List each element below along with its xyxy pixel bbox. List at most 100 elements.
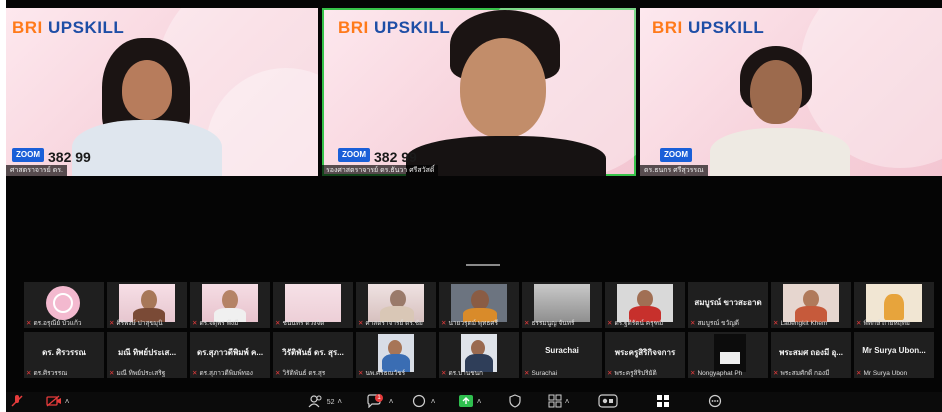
security-icon[interactable] bbox=[508, 394, 522, 410]
participant-video bbox=[285, 284, 341, 322]
video-off-icon[interactable]: ˄ bbox=[46, 394, 69, 410]
muted-mic-icon: ✕ bbox=[773, 370, 779, 377]
more-icon[interactable] bbox=[708, 394, 722, 410]
gallery-tile[interactable]: วิรัติพันธ์ ดร. สุร... ✕ วิรัติพันธ์ ดร.ส… bbox=[273, 332, 353, 378]
gallery-tile[interactable]: ดร.สุภาวดีพิมพ์ ค... ✕ ดร.สุภาวดีพิมพ์ทอง bbox=[190, 332, 270, 378]
participant-name: นพ.ศรีธณวัชร์ bbox=[365, 370, 406, 377]
participant-display-name: พระสมศ ถองมี อุ... bbox=[779, 348, 843, 357]
gallery-tile[interactable]: ✕ ธรรมนูญ จันทร์ bbox=[522, 282, 602, 328]
participant-name: ชนินทร์ ดวงจิต bbox=[282, 320, 325, 327]
participant-name: ดร.ศิรวรรณ bbox=[33, 370, 68, 377]
meeting-id: 382 99 bbox=[48, 149, 91, 165]
participant-name: พิทักษ์ ถ่ายหฤทัย bbox=[863, 320, 910, 327]
zoom-meeting-window: BRI UPSKILL ZOOM 382 99 ศาสตราจารย์ ดร. … bbox=[6, 0, 942, 412]
participant-display-name: ดร.สุภาวดีพิมพ์ ค... bbox=[196, 348, 264, 357]
participant-name: Nongyaphat Ph bbox=[697, 370, 743, 377]
gallery-tile[interactable]: ดร. ศิรวรรณ ✕ ดร.ศิรวรรณ bbox=[24, 332, 104, 378]
participant-name: ดร.สุภาวดีพิมพ์ทอง bbox=[199, 370, 253, 377]
participant-display-name: Mr Surya Ubon... bbox=[862, 346, 926, 355]
participant-video bbox=[866, 284, 922, 322]
meeting-toolbar: ˄ 52 ˄ 1 ˄ ˄ ˄ ˄ bbox=[6, 392, 942, 412]
gallery-tile[interactable]: ✕ Nongyaphat Ph bbox=[688, 332, 768, 378]
participant-video bbox=[783, 284, 839, 322]
gallery-tile[interactable]: Mr Surya Ubon... ✕ Mr Surya Ubon bbox=[854, 332, 934, 378]
participant-video bbox=[119, 284, 175, 322]
gallery-tile[interactable]: ✕ Laoengkit Khem bbox=[771, 282, 851, 328]
participant-name: Surachai bbox=[531, 370, 558, 377]
zoom-tag: ZOOM bbox=[660, 148, 692, 162]
share-screen-icon[interactable]: ˄ bbox=[458, 394, 481, 410]
gallery-tile[interactable]: สมบูรณ์ ขาวสะอาด ✕ สมบูรณ์ ขวัญดี bbox=[688, 282, 768, 328]
participant-display-name: สมบูรณ์ ขาวสะอาด bbox=[694, 298, 762, 307]
speaker-tile-3[interactable]: BRI UPSKILL ZOOM ดร.ธนกร ศรีสุวรรณ bbox=[640, 8, 942, 176]
brand-logo: BRI UPSKILL bbox=[338, 18, 451, 37]
participant-name: สมบูรณ์ ขวัญดี bbox=[697, 320, 740, 327]
audio-muted-icon[interactable] bbox=[10, 394, 24, 410]
gallery-tile[interactable]: ✕ ดร.ปานชนก bbox=[439, 332, 519, 378]
gallery-tile[interactable]: Surachai ✕ Surachai bbox=[522, 332, 602, 378]
gallery-tile[interactable]: ✕ ดร.จตุพร พึงมี bbox=[190, 282, 270, 328]
muted-mic-icon: ✕ bbox=[26, 370, 32, 377]
muted-mic-icon: ✕ bbox=[358, 370, 364, 377]
muted-mic-icon: ✕ bbox=[690, 370, 696, 377]
muted-mic-icon: ✕ bbox=[275, 320, 281, 327]
view-icon[interactable] bbox=[656, 394, 670, 410]
reactions-icon[interactable]: ˄ bbox=[412, 394, 435, 410]
brand-logo: BRI UPSKILL bbox=[652, 18, 765, 37]
muted-mic-icon: ✕ bbox=[358, 320, 364, 327]
gallery-tile[interactable]: ✕ พิทักษ์ ถ่ายหฤทัย bbox=[854, 282, 934, 328]
muted-mic-icon: ✕ bbox=[607, 320, 613, 327]
gallery-resize-handle[interactable] bbox=[466, 264, 500, 266]
gallery-tile[interactable]: ✕ นพ.ศรีธณวัชร์ bbox=[356, 332, 436, 378]
participant-name: ศิริพงษ์ ปาสุขมุนิ bbox=[116, 320, 163, 327]
zoom-tag: ZOOM bbox=[338, 148, 370, 162]
participant-name: ศาสตราจารย์ ดร. bbox=[6, 165, 67, 176]
muted-mic-icon: ✕ bbox=[441, 320, 447, 327]
speaker-tile-2[interactable]: BRI UPSKILL ZOOM 382 99 รองศาสตราจารย์ ด… bbox=[322, 8, 636, 176]
participant-name: รองศาสตราจารย์ ดร.ธันวา ศรีสวัสดิ์ bbox=[322, 165, 439, 176]
gallery-tile[interactable]: ✕ นายวรุตม์ พุทธศรี bbox=[439, 282, 519, 328]
gallery-tile[interactable]: ✕ ดร.ฐิติรัตน์ ครุฑมี bbox=[605, 282, 685, 328]
participant-video bbox=[461, 334, 497, 372]
muted-mic-icon: ✕ bbox=[275, 370, 281, 377]
participant-video bbox=[368, 284, 424, 322]
meeting-id: 382 99 bbox=[374, 149, 417, 165]
muted-mic-icon: ✕ bbox=[109, 370, 115, 377]
gallery-tile[interactable]: มณี ทิพย์ประเส... ✕ มณี ทิพย์ประเสริฐ bbox=[107, 332, 187, 378]
muted-mic-icon: ✕ bbox=[524, 320, 530, 327]
avatar bbox=[46, 286, 80, 320]
participant-display-name: พระครูสิริกิจจการ bbox=[614, 348, 676, 357]
zoom-tag: ZOOM bbox=[12, 148, 44, 162]
gallery-tile[interactable]: พระสมศ ถองมี อุ... ✕ พระสมศักดิ์ กองมี bbox=[771, 332, 851, 378]
speaker-tile-1[interactable]: BRI UPSKILL ZOOM 382 99 ศาสตราจารย์ ดร. bbox=[6, 8, 318, 176]
gallery-tile[interactable]: ✕ ดร.อรุณีย์ บัวแก้ว bbox=[24, 282, 104, 328]
participant-name: ธรรมนูญ จันทร์ bbox=[531, 320, 575, 327]
participant-video bbox=[714, 334, 746, 372]
muted-mic-icon: ✕ bbox=[856, 370, 862, 377]
gallery-tile[interactable]: ✕ ศิริพงษ์ ปาสุขมุนิ bbox=[107, 282, 187, 328]
participant-video bbox=[378, 334, 414, 372]
chat-badge: 1 bbox=[375, 394, 383, 402]
participant-name: ดร.ฐิติรัตน์ ครุฑมี bbox=[614, 320, 664, 327]
participant-name: Laoengkit Khem bbox=[780, 320, 828, 327]
participant-name: มณี ทิพย์ประเสริฐ bbox=[116, 370, 166, 377]
gallery-tile[interactable]: ✕ ศาสตราจารย์ ดร.ชัย bbox=[356, 282, 436, 328]
participant-name: นายวรุตม์ พุทธศรี bbox=[448, 320, 498, 327]
muted-mic-icon: ✕ bbox=[773, 320, 779, 327]
participant-name: Mr Surya Ubon bbox=[863, 370, 908, 377]
participants-count: 52 bbox=[326, 399, 335, 406]
participant-name: ดร.อรุณีย์ บัวแก้ว bbox=[33, 320, 82, 327]
muted-mic-icon: ✕ bbox=[192, 320, 198, 327]
participants-icon[interactable]: 52 ˄ bbox=[308, 394, 342, 410]
apps-icon[interactable]: ˄ bbox=[548, 394, 569, 410]
gallery-tile[interactable]: ✕ ชนินทร์ ดวงจิต bbox=[273, 282, 353, 328]
record-icon[interactable] bbox=[598, 394, 618, 410]
brand-logo: BRI UPSKILL bbox=[12, 18, 125, 37]
gallery-tile[interactable]: พระครูสิริกิจจการ ✕ พระครูสิริปริยัติ bbox=[605, 332, 685, 378]
chat-icon[interactable]: 1 ˄ bbox=[366, 394, 393, 410]
muted-mic-icon: ✕ bbox=[690, 320, 696, 327]
participant-name: ศาสตราจารย์ ดร.ชัย bbox=[365, 320, 423, 327]
participant-name: พระสมศักดิ์ กองมี bbox=[780, 370, 830, 377]
participant-video bbox=[451, 284, 507, 322]
muted-mic-icon: ✕ bbox=[441, 370, 447, 377]
